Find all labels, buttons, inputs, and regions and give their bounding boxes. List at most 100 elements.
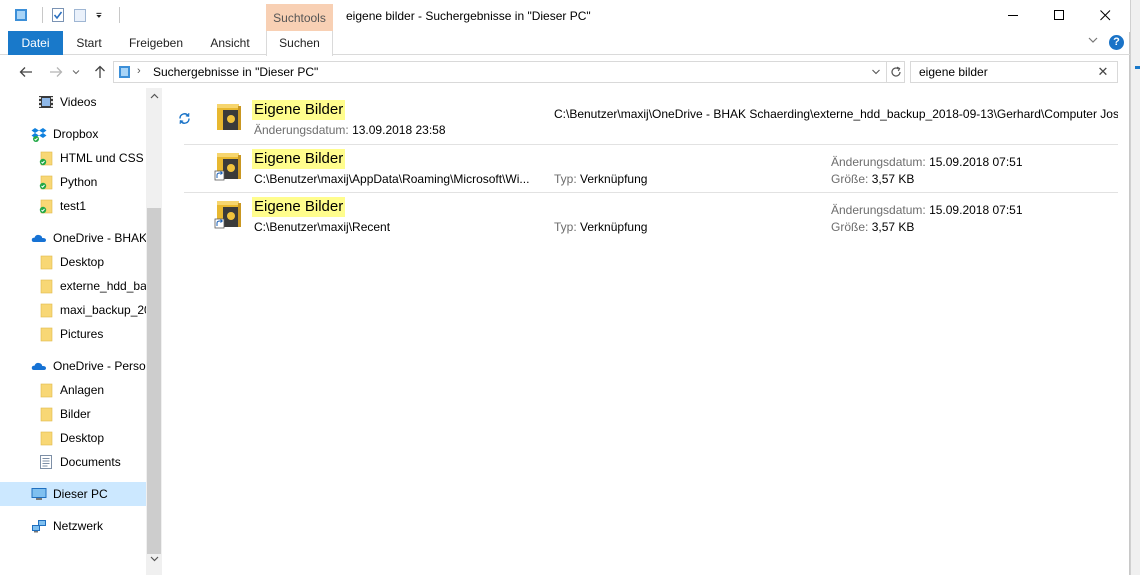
folder-icon: [38, 278, 54, 294]
background-window-edge: [1130, 0, 1140, 575]
help-icon[interactable]: ?: [1109, 35, 1124, 50]
pictures-folder-shortcut-icon: [214, 153, 241, 181]
search-tools-context-label: Suchtools: [266, 4, 333, 32]
sidebar-item-label: Videos: [60, 95, 97, 109]
sidebar-item-label: Dropbox: [53, 127, 99, 141]
tab-freigeben[interactable]: Freigeben: [118, 31, 194, 55]
document-folder-icon: [38, 454, 54, 470]
window-app-icon[interactable]: [14, 7, 28, 23]
folder-icon: [38, 326, 54, 342]
forward-button[interactable]: [46, 62, 66, 82]
breadcrumb-path[interactable]: Suchergebnisse in "Dieser PC": [153, 65, 318, 79]
result-name[interactable]: Eigene Bilder: [252, 149, 346, 169]
sidebar-item-dropbox[interactable]: Dropbox: [0, 122, 146, 146]
sidebar-item-label: Documents: [60, 455, 121, 469]
result-modified-date: Änderungsdatum: 13.09.2018 23:58: [254, 123, 446, 137]
sidebar-item-bilder[interactable]: Bilder: [0, 402, 146, 426]
chevron-down-icon: [72, 70, 80, 75]
recent-locations-button[interactable]: [70, 62, 82, 82]
minimize-button[interactable]: [990, 0, 1036, 30]
sidebar-item-python[interactable]: Python: [0, 170, 146, 194]
pictures-folder-icon: [217, 104, 241, 130]
size-label: Größe:: [831, 172, 869, 186]
dropbox-icon: [31, 126, 47, 142]
modified-value: 15.09.2018 07:51: [929, 155, 1023, 169]
folder-icon: [38, 302, 54, 318]
address-bar[interactable]: › Suchergebnisse in "Dieser PC": [113, 61, 905, 83]
sidebar-item-desktop[interactable]: Desktop: [0, 426, 146, 450]
close-button[interactable]: [1082, 0, 1128, 30]
sidebar-item-pictures[interactable]: Pictures: [0, 322, 146, 346]
folder-icon: [38, 430, 54, 446]
pictures-folder-shortcut-icon: [214, 201, 241, 229]
tab-suchen[interactable]: Suchen: [266, 31, 333, 56]
folder-icon: [38, 254, 54, 270]
sidebar-item-label: Bilder: [60, 407, 91, 421]
result-item[interactable]: Eigene Bilder Änderungsdatum: 13.09.2018…: [184, 96, 1118, 144]
synced-folder-icon: [38, 174, 54, 190]
arrow-right-icon: [50, 67, 63, 77]
modified-value: 15.09.2018 07:51: [929, 203, 1023, 217]
sidebar-item-label: OneDrive - BHAK: [53, 231, 146, 245]
sidebar-item-label: Desktop: [60, 431, 105, 445]
result-item[interactable]: Eigene Bilder C:\Benutzer\maxij\Recent T…: [184, 192, 1118, 240]
sidebar-item-videos[interactable]: Videos: [0, 90, 146, 114]
sidebar-item-label: HTML und CSS: [60, 151, 144, 165]
back-button[interactable]: [16, 62, 36, 82]
type-label: Typ:: [554, 172, 577, 186]
navigation-pane: Videos Dropbox HTML und CSS Python test1 OneD…: [0, 88, 163, 575]
size-value: 3,57 KB: [871, 220, 915, 234]
search-results-pane: Eigene Bilder Änderungsdatum: 13.09.2018…: [164, 88, 1130, 575]
sidebar-item-label: Netzwerk: [53, 519, 104, 533]
chevron-down-icon: [150, 556, 158, 562]
sidebar-item-anlagen[interactable]: Anlagen: [0, 378, 146, 402]
sidebar-item-documents[interactable]: Documents: [0, 450, 146, 474]
sidebar-item-netzwerk[interactable]: Netzwerk: [0, 514, 146, 538]
sidebar-item-maxi-backup-20[interactable]: maxi_backup_20: [0, 298, 146, 322]
search-input[interactable]: eigene bilder ✕: [910, 61, 1118, 83]
sidebar-item-label: Anlagen: [60, 383, 105, 397]
breadcrumb-chevron-icon[interactable]: ›: [137, 65, 141, 77]
type-label: Typ:: [554, 220, 577, 234]
sidebar-item-label: Desktop: [60, 255, 105, 269]
result-name[interactable]: Eigene Bilder: [252, 100, 346, 120]
sidebar-item-onedrive-persor[interactable]: OneDrive - Persor: [0, 354, 146, 378]
sidebar-scrollbar-thumb[interactable]: [147, 208, 161, 554]
address-history-button[interactable]: [866, 62, 884, 82]
scroll-down-button[interactable]: [146, 554, 162, 568]
qat-separator: [42, 7, 43, 23]
sidebar-item-desktop[interactable]: Desktop: [0, 250, 146, 274]
chevron-down-icon: [1088, 37, 1098, 43]
sidebar-item-onedrive-bhak[interactable]: OneDrive - BHAK: [0, 226, 146, 250]
maximize-button[interactable]: [1036, 0, 1082, 30]
modified-label: Änderungsdatum:: [831, 203, 926, 217]
sidebar-item-label: test1: [60, 199, 87, 213]
modified-value: 13.09.2018 23:58: [352, 123, 446, 137]
result-name[interactable]: Eigene Bilder: [252, 197, 346, 217]
new-folder-icon[interactable]: [73, 7, 87, 23]
result-type: Typ: Verknüpfung: [554, 220, 647, 234]
clear-search-button[interactable]: ✕: [1095, 64, 1111, 80]
expand-ribbon-button[interactable]: [1086, 35, 1100, 49]
refresh-button[interactable]: [886, 62, 904, 82]
qat-separator: [119, 7, 120, 23]
chevron-up-icon: [150, 93, 158, 99]
arrow-left-icon: [19, 67, 32, 77]
tab-ansicht[interactable]: Ansicht: [200, 31, 260, 55]
properties-icon[interactable]: [51, 7, 65, 23]
ribbon-tabs: Datei Start Freigeben Ansicht Suchen ?: [0, 31, 1130, 56]
sidebar-item-test1[interactable]: test1: [0, 194, 146, 218]
sidebar-item-externe-hdd-bac[interactable]: externe_hdd_bac: [0, 274, 146, 298]
sidebar-item-html-und-css[interactable]: HTML und CSS: [0, 146, 146, 170]
scroll-up-button[interactable]: [146, 91, 162, 105]
customize-toolbar-icon[interactable]: [95, 7, 105, 23]
search-query[interactable]: eigene bilder: [919, 65, 988, 79]
file-explorer-window: Suchtools eigene bilder - Suchergebnisse…: [0, 0, 1130, 575]
result-item[interactable]: Eigene Bilder C:\Benutzer\maxij\AppData\…: [184, 144, 1118, 192]
tab-start[interactable]: Start: [66, 31, 112, 55]
up-button[interactable]: [90, 62, 110, 82]
modified-label: Änderungsdatum:: [831, 155, 926, 169]
sidebar-item-dieser-pc[interactable]: Dieser PC: [0, 482, 146, 506]
tab-datei[interactable]: Datei: [8, 31, 63, 55]
title-bar: Suchtools eigene bilder - Suchergebnisse…: [0, 0, 1130, 32]
